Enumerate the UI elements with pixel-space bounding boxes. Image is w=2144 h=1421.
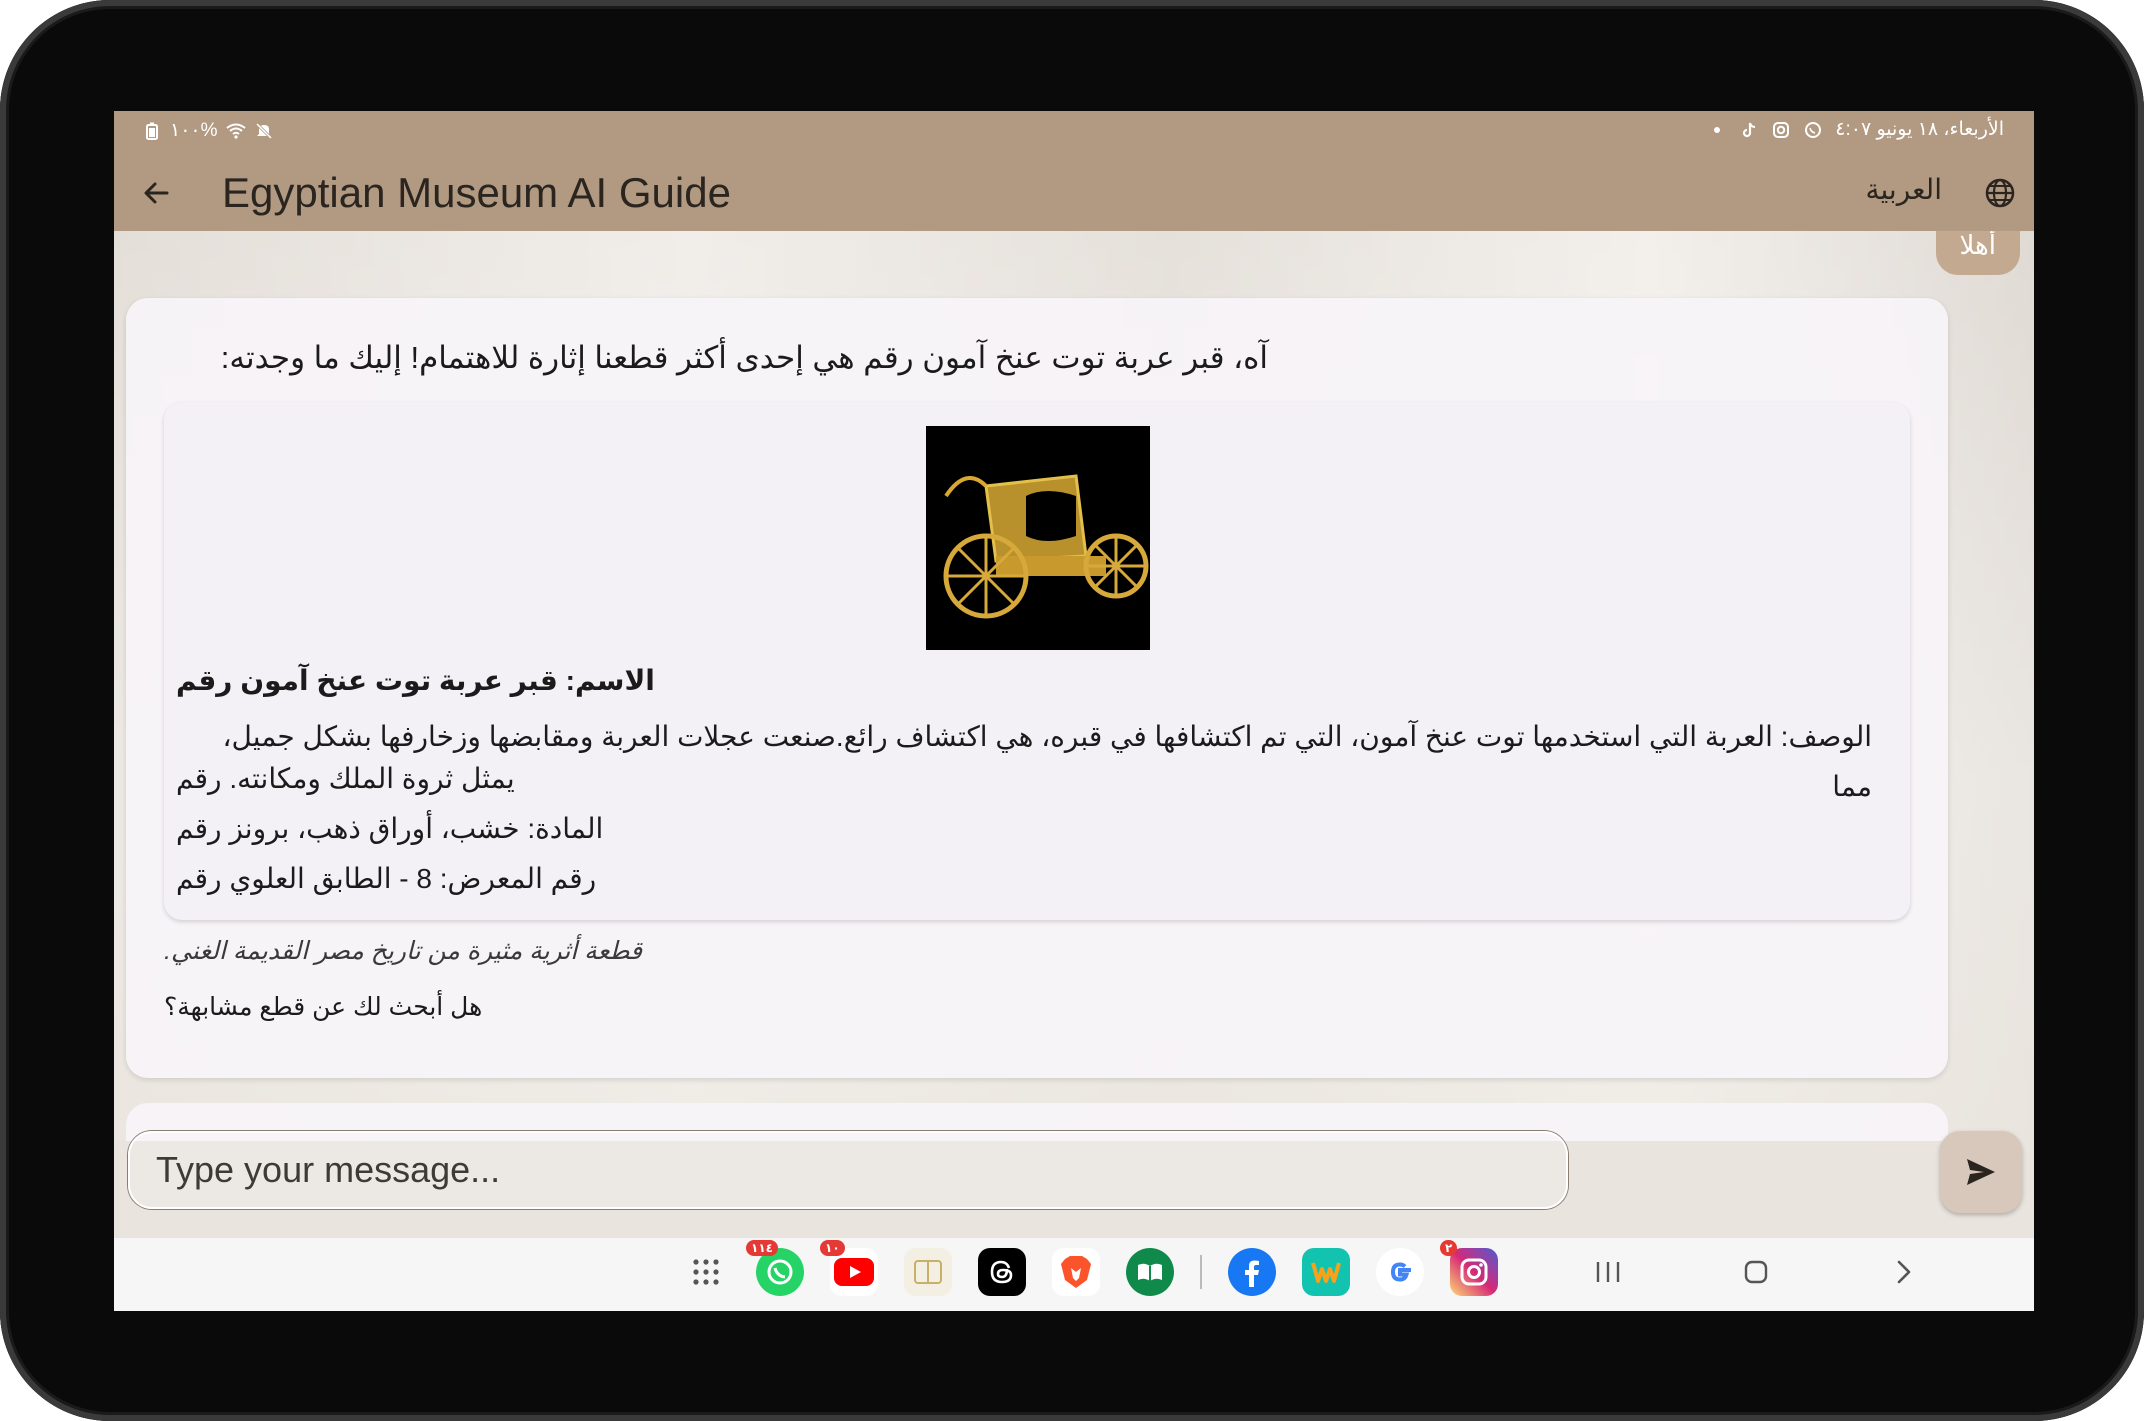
ai-follow-up-question: هل أبحث لك عن قطع مشابهة؟: [164, 993, 483, 1021]
status-right: الأربعاء، ١٨ يونيو ٤:٠٧: [1707, 118, 2004, 141]
artifact-name: الاسم: قبر عربة توت عنخ آمون رقم: [176, 665, 655, 696]
message-composer: [114, 1121, 2034, 1219]
quran-app[interactable]: [904, 1248, 952, 1296]
artifact-room: رقم المعرض: 8 - الطابق العلوي رقم: [176, 863, 597, 894]
whatsapp-icon: [767, 1259, 793, 1285]
message-input[interactable]: [128, 1131, 1568, 1209]
home-button[interactable]: [1732, 1248, 1780, 1296]
system-nav: [1584, 1248, 1928, 1296]
brave-app[interactable]: [1052, 1248, 1100, 1296]
instagram-badge: ٢: [1440, 1240, 1458, 1256]
recents-icon: [1596, 1262, 1620, 1282]
taskbar: ١١٤ ١٠ ٢: [114, 1238, 2034, 1311]
threads-app[interactable]: [978, 1248, 1026, 1296]
ai-footnote: قطعة أثرية مثيرة من تاريخ مصر القديمة ال…: [164, 937, 643, 965]
battery-icon: [142, 121, 162, 141]
back-arrow-icon: [144, 182, 169, 204]
language-label[interactable]: العربية: [1865, 173, 1942, 206]
home-icon: [1744, 1260, 1768, 1284]
chat-area[interactable]: أهلا آه، قبر عربة توت عنخ آمون رقم هي إح…: [114, 231, 2034, 1141]
instagram-notification-icon: [1771, 120, 1791, 140]
globe-icon: [1985, 178, 2015, 208]
mute-icon: [254, 121, 274, 141]
send-button[interactable]: [1940, 1131, 2022, 1213]
back-button[interactable]: [134, 171, 178, 215]
send-icon: [1967, 1159, 1995, 1185]
forward-button[interactable]: [1880, 1248, 1928, 1296]
instagram-app[interactable]: ٢: [1440, 1240, 1498, 1296]
artifact-material: المادة: خشب، أوراق ذهب، برونز رقم: [176, 813, 604, 844]
threads-icon: [990, 1260, 1013, 1284]
page-title: Egyptian Museum AI Guide: [222, 169, 731, 216]
app-bar: Egyptian Museum AI Guide العربية: [114, 151, 2034, 231]
dot-indicator-icon: [1707, 120, 1727, 140]
chariot-image: [926, 426, 1150, 650]
wattpad-app[interactable]: [1302, 1248, 1350, 1296]
dock-apps: ١١٤ ١٠ ٢: [682, 1240, 1498, 1296]
wattpad-icon: [1311, 1262, 1341, 1283]
artifact-card[interactable]: الاسم: قبر عربة توت عنخ آمون رقم الوصف: …: [164, 402, 1910, 920]
status-bar: ١٠٠% الأربعاء، ١٨ يونيو ٤:٠٧: [114, 111, 2034, 151]
reading-app[interactable]: [1126, 1248, 1174, 1296]
ai-intro-text: آه، قبر عربة توت عنخ آمون رقم هي إحدى أك…: [220, 340, 1268, 375]
grid-icon: [693, 1259, 719, 1285]
tiktok-notification-icon: [1739, 120, 1759, 140]
wifi-icon: [225, 121, 246, 141]
status-datetime: الأربعاء، ١٨ يونيو ٤:٠٧: [1835, 119, 2004, 140]
language-button[interactable]: [1980, 173, 2020, 213]
quran-icon: [914, 1260, 942, 1284]
app-drawer-button[interactable]: [682, 1248, 730, 1296]
whatsapp-badge: ١١٤: [746, 1240, 778, 1256]
whatsapp-app[interactable]: ١١٤: [746, 1240, 804, 1296]
dock-separator: [1200, 1255, 1202, 1289]
screen: ١٠٠% الأربعاء، ١٨ يونيو ٤:٠٧ Egyptian Mu…: [114, 111, 2034, 1311]
youtube-icon: [834, 1258, 874, 1286]
google-app[interactable]: [1376, 1248, 1424, 1296]
battery-percent: ١٠٠%: [170, 120, 218, 141]
facebook-icon: [1245, 1260, 1259, 1287]
artifact-image[interactable]: [926, 426, 1150, 650]
recents-button[interactable]: [1584, 1248, 1632, 1296]
google-icon: [1390, 1262, 1411, 1282]
brave-icon: [1061, 1256, 1091, 1288]
ai-response-card: آه، قبر عربة توت عنخ آمون رقم هي إحدى أك…: [126, 298, 1948, 1078]
user-message-bubble: أهلا: [1935, 231, 2020, 275]
chevron-right-icon: [1897, 1260, 1911, 1284]
artifact-description-continued: يمثل ثروة الملك ومكانته. رقم: [176, 763, 515, 794]
youtube-badge: ١٠: [820, 1240, 845, 1256]
whatsapp-notification-icon: [1803, 120, 1823, 140]
instagram-icon: [1460, 1258, 1488, 1286]
facebook-app[interactable]: [1228, 1248, 1276, 1296]
user-message-text: أهلا: [1959, 231, 1996, 260]
status-left: ١٠٠%: [142, 119, 274, 142]
book-icon: [1138, 1263, 1162, 1281]
youtube-app[interactable]: ١٠: [820, 1240, 878, 1296]
